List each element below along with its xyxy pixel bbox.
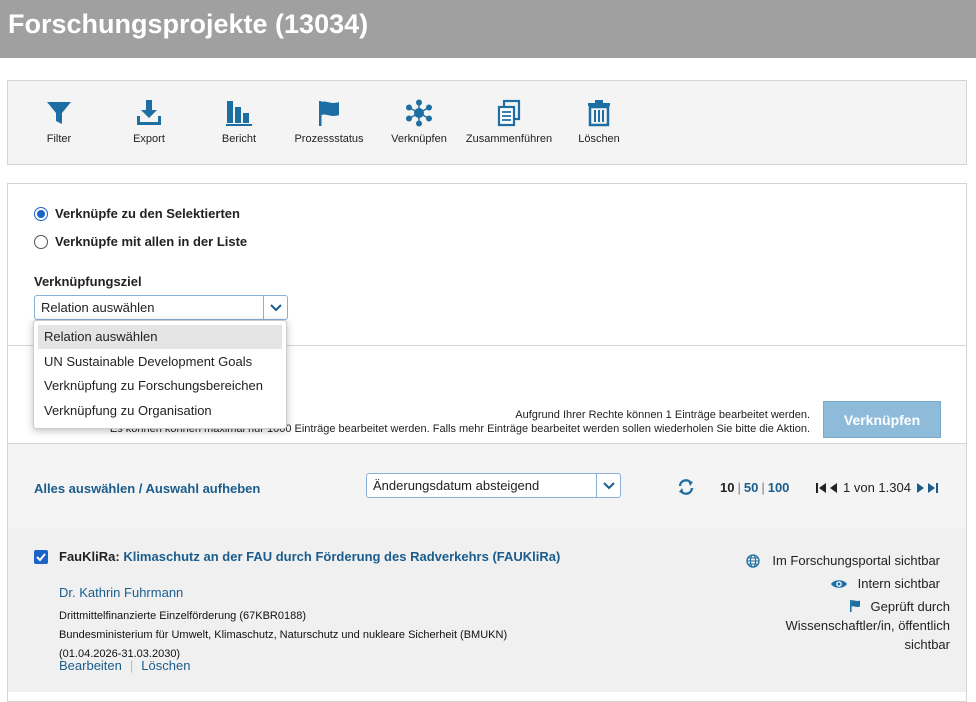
action-toolbar: Filter Export Bericht Prozessstatus Verk…: [7, 80, 967, 165]
link-icon: [406, 99, 432, 127]
merge-icon: [497, 99, 521, 127]
process-status-button[interactable]: Prozessstatus: [291, 99, 367, 145]
dropdown-option[interactable]: UN Sustainable Development Goals: [38, 350, 282, 374]
per-page-50[interactable]: 50: [744, 480, 758, 495]
merge-button[interactable]: Zusammenführen: [464, 99, 554, 145]
filter-icon: [47, 102, 71, 124]
flag-icon: [849, 600, 860, 612]
item-funder: Bundesministerium für Umwelt, Klimaschut…: [59, 629, 508, 641]
sort-select[interactable]: Änderungsdatum absteigend: [366, 473, 621, 498]
report-button[interactable]: Bericht: [216, 99, 262, 145]
radio-selected-indicator[interactable]: [34, 206, 48, 221]
link-button[interactable]: Verknüpfen: [388, 99, 450, 145]
dropdown-option[interactable]: Verknüpfung zu Organisation: [38, 399, 282, 423]
status-checked: Geprüft durch Wissenschaftler/in, öffent…: [785, 599, 951, 652]
report-icon: [226, 101, 252, 126]
item-delete-link[interactable]: Löschen: [141, 658, 190, 673]
pagination: 1 von 1.304: [815, 480, 939, 495]
status-portal: Im Forschungsportal sichtbar: [746, 553, 940, 568]
item-person-link[interactable]: Dr. Kathrin Fuhrmann: [59, 585, 183, 600]
per-page-selector: 10 | 50 | 100: [720, 480, 790, 495]
item-edit-link[interactable]: Bearbeiten: [59, 658, 122, 673]
page-info: 1 von 1.304: [843, 480, 911, 495]
refresh-button[interactable]: [677, 478, 695, 501]
radio-link-all[interactable]: Verknüpfe mit allen in der Liste: [34, 234, 247, 249]
delete-button[interactable]: Löschen: [575, 99, 623, 145]
last-page-icon[interactable]: [927, 482, 939, 494]
next-page-icon[interactable]: [916, 482, 925, 494]
chevron-down-icon[interactable]: [263, 296, 287, 319]
info-rights-text: Aufgrund Ihrer Rechte können 1 Einträge …: [515, 409, 810, 421]
chevron-down-icon[interactable]: [596, 474, 620, 497]
first-page-icon[interactable]: [815, 482, 827, 494]
per-page-100[interactable]: 100: [768, 480, 790, 495]
link-target-label: Verknüpfungsziel: [34, 274, 142, 289]
item-checkbox[interactable]: [34, 550, 48, 564]
item-title-link[interactable]: Klimaschutz an der FAU durch Förderung d…: [123, 549, 560, 564]
flag-icon: [319, 101, 339, 126]
globe-icon: [746, 553, 761, 568]
export-button[interactable]: Export: [126, 99, 172, 145]
relation-select[interactable]: Relation auswählen: [34, 295, 288, 320]
status-intern: Intern sichtbar: [830, 576, 940, 591]
refresh-icon: [678, 479, 694, 495]
dropdown-option[interactable]: Relation auswählen: [38, 325, 282, 349]
radio-all-indicator[interactable]: [34, 234, 48, 249]
page-title: Forschungsprojekte (13034): [8, 9, 369, 39]
trash-icon: [588, 100, 610, 127]
per-page-10[interactable]: 10: [720, 480, 734, 495]
relation-dropdown-menu: Relation auswählen UN Sustainable Develo…: [33, 320, 287, 429]
prev-page-icon[interactable]: [829, 482, 838, 494]
link-submit-button[interactable]: Verknüpfen: [823, 401, 941, 438]
select-all-link[interactable]: Alles auswählen / Auswahl aufheben: [34, 481, 260, 496]
list-controls: Alles auswählen / Auswahl aufheben Änder…: [8, 444, 966, 528]
item-actions: Bearbeiten | Löschen: [59, 658, 191, 673]
dropdown-option[interactable]: Verknüpfung zu Forschungsbereichen: [38, 374, 282, 398]
radio-link-selected[interactable]: Verknüpfe zu den Selektierten: [34, 206, 240, 221]
item-title: FauKliRa: Klimaschutz an der FAU durch F…: [59, 549, 561, 564]
item-funding: Drittmittelfinanzierte Einzelförderung (…: [59, 610, 307, 622]
eye-icon: [830, 579, 847, 588]
filter-button[interactable]: Filter: [36, 99, 82, 145]
export-icon: [137, 100, 161, 125]
page-header: Forschungsprojekte (13034): [0, 0, 976, 58]
